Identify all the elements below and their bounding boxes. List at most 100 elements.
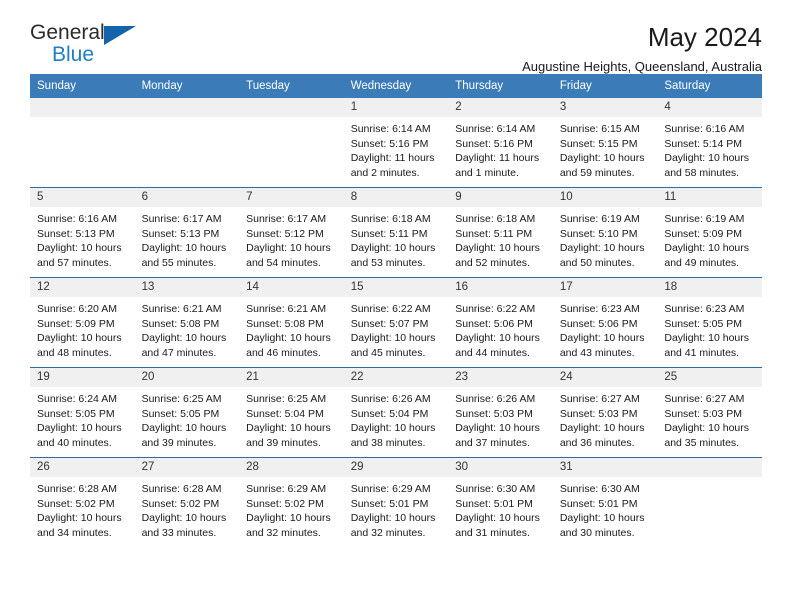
calendar-day-cell[interactable]: 9 Sunrise: 6:18 AM Sunset: 5:11 PM Daylight… bbox=[448, 187, 553, 278]
day-number: 28 bbox=[239, 458, 344, 477]
calendar-day-cell[interactable]: 13 Sunrise: 6:21 AM Sunset: 5:08 PM Dayligh… bbox=[134, 277, 240, 368]
day-sun-info: Sunrise: 6:28 AM Sunset: 5:02 PM Daylight:… bbox=[30, 477, 135, 540]
daylight-text: Daylight: 10 hours and 55 minutes. bbox=[141, 242, 227, 269]
calendar-day-cell[interactable]: 23 Sunrise: 6:26 AM Sunset: 5:03 PM Dayligh… bbox=[448, 367, 553, 458]
day-sun-info: Sunrise: 6:15 AM Sunset: 5:15 PM Daylight:… bbox=[553, 117, 658, 180]
brand-logo[interactable]: General Blue bbox=[30, 22, 150, 68]
daylight-text: Daylight: 10 hours and 45 minutes. bbox=[350, 332, 436, 359]
sunset-text: Sunset: 5:15 PM bbox=[559, 137, 638, 150]
calendar-day-cell[interactable]: 28 Sunrise: 6:29 AM Sunset: 5:02 PM Dayligh… bbox=[239, 457, 344, 547]
daylight-text: Daylight: 10 hours and 39 minutes. bbox=[141, 422, 227, 449]
daylight-text: Daylight: 11 hours and 2 minutes. bbox=[350, 152, 435, 179]
calendar-day-cell[interactable]: 19 Sunrise: 6:24 AM Sunset: 5:05 PM Dayligh… bbox=[30, 367, 135, 458]
daylight-text: Daylight: 10 hours and 43 minutes. bbox=[559, 332, 645, 359]
day-sun-info: Sunrise: 6:26 AM Sunset: 5:03 PM Daylight:… bbox=[448, 387, 553, 450]
calendar-day-cell[interactable]: 4 Sunrise: 6:16 AM Sunset: 5:14 PM Daylight… bbox=[657, 98, 762, 188]
daylight-text: Daylight: 10 hours and 44 minutes. bbox=[455, 332, 540, 359]
title-block: May 2024 Augustine Heights, Queensland, … bbox=[522, 22, 762, 76]
calendar-day-cell[interactable]: 3 Sunrise: 6:15 AM Sunset: 5:15 PM Daylight… bbox=[552, 98, 658, 188]
calendar-day-cell[interactable]: 14 Sunrise: 6:21 AM Sunset: 5:08 PM Dayligh… bbox=[239, 277, 344, 368]
sunrise-text: Sunrise: 6:18 AM bbox=[455, 213, 536, 225]
sunrise-text: Sunrise: 6:15 AM bbox=[559, 123, 640, 135]
sunset-text: Sunset: 5:02 PM bbox=[37, 497, 115, 510]
daylight-text: Daylight: 10 hours and 32 minutes. bbox=[350, 512, 436, 539]
calendar-day-cell[interactable]: 11 Sunrise: 6:19 AM Sunset: 5:09 PM Dayligh… bbox=[657, 187, 762, 278]
calendar-day-cell[interactable]: 18 Sunrise: 6:23 AM Sunset: 5:05 PM Dayligh… bbox=[657, 277, 762, 368]
weekday-header-tuesday: Tuesday bbox=[239, 74, 344, 98]
day-sun-info: Sunrise: 6:21 AM Sunset: 5:08 PM Daylight:… bbox=[135, 297, 240, 360]
day-sun-info: Sunrise: 6:19 AM Sunset: 5:09 PM Daylight:… bbox=[657, 207, 762, 270]
calendar-day-cell[interactable]: 15 Sunrise: 6:22 AM Sunset: 5:07 PM Dayligh… bbox=[343, 277, 449, 368]
sunrise-text: Sunrise: 6:16 AM bbox=[37, 213, 117, 225]
calendar-day-cell[interactable]: 31 Sunrise: 6:30 AM Sunset: 5:01 PM Dayligh… bbox=[552, 457, 658, 547]
calendar-day-cell[interactable]: 8 Sunrise: 6:18 AM Sunset: 5:11 PM Daylight… bbox=[343, 187, 449, 278]
calendar-day-cell[interactable]: 27 Sunrise: 6:28 AM Sunset: 5:02 PM Dayligh… bbox=[134, 457, 240, 547]
day-number: 14 bbox=[239, 278, 344, 297]
calendar-day-cell[interactable]: 21 Sunrise: 6:25 AM Sunset: 5:04 PM Dayligh… bbox=[239, 367, 344, 458]
day-sun-info: Sunrise: 6:21 AM Sunset: 5:08 PM Daylight:… bbox=[239, 297, 344, 360]
calendar-day-cell[interactable]: 12 Sunrise: 6:20 AM Sunset: 5:09 PM Dayligh… bbox=[30, 277, 135, 368]
calendar-day-cell[interactable]: 16 Sunrise: 6:22 AM Sunset: 5:06 PM Dayligh… bbox=[448, 277, 553, 368]
sunset-text: Sunset: 5:05 PM bbox=[141, 407, 220, 420]
calendar-day-cell[interactable]: 30 Sunrise: 6:30 AM Sunset: 5:01 PM Dayligh… bbox=[448, 457, 553, 547]
calendar-day-cell[interactable]: 2 Sunrise: 6:14 AM Sunset: 5:16 PM Daylight… bbox=[448, 98, 553, 188]
day-sun-info: Sunrise: 6:17 AM Sunset: 5:13 PM Daylight:… bbox=[135, 207, 240, 270]
sunset-text: Sunset: 5:14 PM bbox=[664, 137, 743, 150]
calendar-day-cell[interactable]: 7 Sunrise: 6:17 AM Sunset: 5:12 PM Daylight… bbox=[239, 187, 344, 278]
day-sun-info: Sunrise: 6:24 AM Sunset: 5:05 PM Daylight:… bbox=[30, 387, 135, 450]
day-sun-info: Sunrise: 6:16 AM Sunset: 5:13 PM Daylight:… bbox=[30, 207, 135, 270]
day-sun-info: Sunrise: 6:22 AM Sunset: 5:06 PM Daylight:… bbox=[448, 297, 553, 360]
day-number: 12 bbox=[30, 278, 135, 297]
calendar-day-cell[interactable]: 20 Sunrise: 6:25 AM Sunset: 5:05 PM Dayligh… bbox=[134, 367, 240, 458]
sunrise-text: Sunrise: 6:21 AM bbox=[246, 303, 327, 315]
daylight-text: Daylight: 10 hours and 34 minutes. bbox=[37, 512, 122, 539]
sunset-text: Sunset: 5:06 PM bbox=[455, 317, 533, 330]
day-sun-info: Sunrise: 6:30 AM Sunset: 5:01 PM Daylight:… bbox=[448, 477, 553, 540]
page-title: May 2024 bbox=[647, 22, 762, 52]
sunrise-text: Sunrise: 6:25 AM bbox=[141, 393, 222, 405]
calendar-day-cell[interactable]: 25 Sunrise: 6:27 AM Sunset: 5:03 PM Dayligh… bbox=[657, 367, 762, 458]
day-sun-info: Sunrise: 6:16 AM Sunset: 5:14 PM Daylight:… bbox=[657, 117, 762, 180]
day-number: 26 bbox=[30, 458, 135, 477]
sunrise-text: Sunrise: 6:27 AM bbox=[559, 393, 640, 405]
sunrise-text: Sunrise: 6:30 AM bbox=[559, 483, 640, 495]
calendar-week-row: 12 Sunrise: 6:20 AM Sunset: 5:09 PM Dayligh… bbox=[30, 277, 762, 368]
calendar-week-row: 26 Sunrise: 6:28 AM Sunset: 5:02 PM Dayligh… bbox=[30, 457, 762, 547]
sunrise-text: Sunrise: 6:29 AM bbox=[350, 483, 431, 495]
calendar-cell-empty bbox=[134, 98, 240, 188]
sunrise-text: Sunrise: 6:22 AM bbox=[350, 303, 431, 315]
calendar-day-cell[interactable]: 17 Sunrise: 6:23 AM Sunset: 5:06 PM Dayligh… bbox=[552, 277, 658, 368]
day-sun-info: Sunrise: 6:14 AM Sunset: 5:16 PM Daylight:… bbox=[344, 117, 449, 180]
day-number: 19 bbox=[30, 368, 135, 387]
day-sun-info: Sunrise: 6:28 AM Sunset: 5:02 PM Daylight:… bbox=[135, 477, 240, 540]
calendar-day-cell[interactable]: 26 Sunrise: 6:28 AM Sunset: 5:02 PM Dayligh… bbox=[30, 457, 135, 547]
daylight-text: Daylight: 10 hours and 59 minutes. bbox=[559, 152, 645, 179]
day-sun-info: Sunrise: 6:25 AM Sunset: 5:05 PM Daylight:… bbox=[135, 387, 240, 450]
calendar-day-cell[interactable]: 22 Sunrise: 6:26 AM Sunset: 5:04 PM Dayligh… bbox=[343, 367, 449, 458]
day-sun-info: Sunrise: 6:22 AM Sunset: 5:07 PM Daylight:… bbox=[344, 297, 449, 360]
daylight-text: Daylight: 10 hours and 49 minutes. bbox=[664, 242, 750, 269]
sunrise-text: Sunrise: 6:28 AM bbox=[37, 483, 117, 495]
calendar-cell-empty bbox=[657, 457, 762, 547]
sunrise-text: Sunrise: 6:16 AM bbox=[664, 123, 745, 135]
weekday-header-monday: Monday bbox=[134, 74, 240, 98]
day-sun-info: Sunrise: 6:27 AM Sunset: 5:03 PM Daylight:… bbox=[553, 387, 658, 450]
calendar-day-cell[interactable]: 10 Sunrise: 6:19 AM Sunset: 5:10 PM Dayligh… bbox=[552, 187, 658, 278]
calendar-day-cell[interactable]: 24 Sunrise: 6:27 AM Sunset: 5:03 PM Dayligh… bbox=[552, 367, 658, 458]
calendar-grid: Sunday Monday Tuesday Wednesday Thursday… bbox=[30, 74, 762, 547]
calendar-day-cell[interactable]: 5 Sunrise: 6:16 AM Sunset: 5:13 PM Daylight… bbox=[30, 187, 135, 278]
day-number: 6 bbox=[134, 188, 240, 207]
calendar-day-cell[interactable]: 29 Sunrise: 6:29 AM Sunset: 5:01 PM Dayligh… bbox=[343, 457, 449, 547]
daylight-text: Daylight: 10 hours and 39 minutes. bbox=[246, 422, 331, 449]
calendar-day-cell[interactable]: 6 Sunrise: 6:17 AM Sunset: 5:13 PM Daylight… bbox=[134, 187, 240, 278]
sunset-text: Sunset: 5:13 PM bbox=[37, 227, 115, 240]
sunset-text: Sunset: 5:16 PM bbox=[455, 137, 533, 150]
sunrise-text: Sunrise: 6:17 AM bbox=[246, 213, 327, 225]
daylight-text: Daylight: 10 hours and 46 minutes. bbox=[246, 332, 331, 359]
daylight-text: Daylight: 10 hours and 30 minutes. bbox=[559, 512, 645, 539]
day-sun-info: Sunrise: 6:25 AM Sunset: 5:04 PM Daylight:… bbox=[239, 387, 344, 450]
day-number bbox=[657, 458, 762, 477]
calendar-day-cell[interactable]: 1 Sunrise: 6:14 AM Sunset: 5:16 PM Daylight… bbox=[343, 98, 449, 188]
day-sun-info: Sunrise: 6:18 AM Sunset: 5:11 PM Daylight:… bbox=[344, 207, 449, 270]
sunset-text: Sunset: 5:13 PM bbox=[141, 227, 220, 240]
